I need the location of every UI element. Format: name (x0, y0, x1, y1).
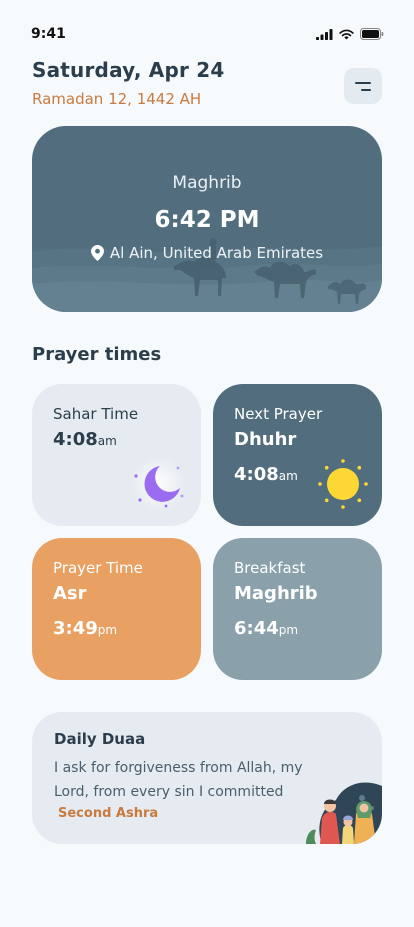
status-bar: 9:41 (0, 0, 414, 60)
current-prayer-name: Maghrib (172, 173, 242, 193)
current-prayer-time: 6:42 PM (154, 207, 260, 233)
location-pin-icon (90, 245, 104, 261)
location-row: Al Ain, United Arab Emirates (32, 244, 382, 262)
sahar-time-card[interactable]: Sahar Time 4:08am (32, 384, 201, 526)
page-title: Saturday, Apr 24 (32, 58, 225, 82)
card-prayer-name: Maghrib (234, 583, 318, 604)
daily-duaa-card[interactable]: Daily Duaa I ask for forgiveness from Al… (32, 712, 382, 844)
current-prayer-card[interactable]: Maghrib 6:42 PM Al Ain, United Arab Emir… (32, 126, 382, 312)
card-prayer-name: Asr (53, 583, 87, 604)
card-label: Prayer Time (53, 559, 143, 577)
status-icons (316, 28, 384, 40)
menu-icon (355, 81, 371, 84)
prayer-time-card[interactable]: Prayer Time Asr 3:49pm (32, 538, 201, 680)
next-prayer-card[interactable]: Next Prayer Dhuhr 4:08am (213, 384, 382, 526)
status-time: 9:41 (31, 26, 66, 42)
menu-icon-line (361, 88, 371, 91)
wifi-icon (339, 29, 354, 39)
duaa-title: Daily Duaa (54, 730, 146, 748)
card-time: 3:49pm (53, 618, 118, 639)
praying-family-illustration (306, 782, 382, 844)
card-label: Next Prayer (234, 405, 323, 423)
sun-icon (318, 459, 368, 509)
card-label: Breakfast (234, 559, 306, 577)
section-title-prayer-times: Prayer times (32, 344, 162, 365)
breakfast-card[interactable]: Breakfast Maghrib 6:44pm (213, 538, 382, 680)
moon-icon (130, 456, 186, 512)
location-label: Al Ain, United Arab Emirates (109, 244, 324, 262)
duaa-text: I ask for forgiveness from Allah, my Lor… (54, 760, 303, 800)
battery-icon (360, 28, 384, 40)
hijri-date: Ramadan 12, 1442 AH (32, 90, 202, 108)
card-label: Sahar Time (53, 405, 139, 423)
card-time: 4:08am (53, 429, 117, 450)
header: Saturday, Apr 24 Ramadan 12, 1442 AH (32, 58, 382, 108)
card-time: 6:44pm (234, 618, 299, 639)
card-prayer-name: Dhuhr (234, 429, 297, 450)
menu-button[interactable] (344, 68, 382, 104)
signal-icon (316, 28, 333, 40)
